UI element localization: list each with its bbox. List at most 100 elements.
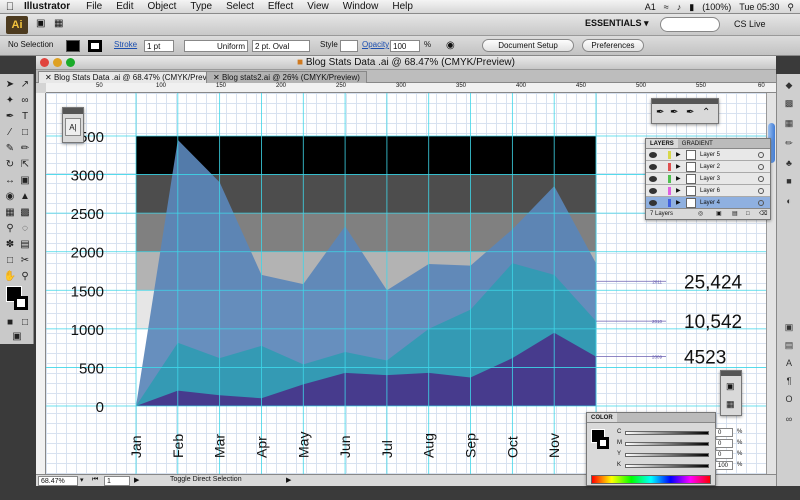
channel-slider[interactable] [625,464,709,468]
layer-row[interactable]: ▶ Layer 5 [646,149,770,161]
layer-name[interactable]: Layer 2 [700,161,720,173]
battery-status[interactable]: (100%) [702,2,731,12]
scale-tool-icon[interactable]: ⇱ [18,158,32,172]
pen-tool-icon[interactable]: ✒ [3,110,17,124]
workspace-switcher[interactable]: ESSENTIALS ▾ [585,18,649,29]
expand-triangle-icon[interactable]: ▶ [676,149,681,161]
opentype-panel-icon[interactable]: O [781,392,797,406]
bridge-icon[interactable]: ▣ [36,18,45,29]
layer-row[interactable]: ▶ Layer 3 [646,173,770,185]
pen-icon[interactable]: ✒ [656,107,664,118]
delete-layer-icon[interactable]: ⌫ [759,209,767,220]
spotlight-icon[interactable]: ⚲ [787,2,794,13]
rectangle-tool-icon[interactable]: □ [18,126,32,140]
stroke-color-box[interactable] [14,296,28,310]
mesh-tool-icon[interactable]: ▦ [3,206,17,220]
paintbrush-tool-icon[interactable]: ✎ [3,142,17,156]
tab-gradient[interactable]: GRADIENT [678,139,717,148]
horizontal-ruler[interactable]: 50 100 150 200 250 300 350 400 450 500 5… [46,83,776,93]
new-layer-icon[interactable]: □ [746,209,750,220]
tab-close-icon[interactable]: ✕ [45,73,54,82]
stroke-label[interactable]: Stroke [114,40,137,49]
arrange-documents-icon[interactable]: ▦ [54,18,63,29]
symbol-sprayer-tool-icon[interactable]: ✽ [3,238,17,252]
paragraph-panel-icon[interactable]: ¶ [781,374,797,388]
width-tool-icon[interactable]: ↔ [3,174,17,188]
transform-icon[interactable]: ▣ [726,381,735,392]
stroke-swatch[interactable] [88,40,102,52]
document-setup-button[interactable]: Document Setup [482,39,574,52]
artboard-number-field[interactable]: 1 [104,476,130,486]
fill-swatch[interactable] [66,40,80,52]
layer-name[interactable]: Layer 3 [700,173,720,185]
tab-close-icon[interactable]: ✕ [213,73,222,82]
recolor-artwork-icon[interactable]: ◉ [446,40,455,51]
menu-help[interactable]: Help [385,1,420,12]
variable-width-profile[interactable]: Uniform [184,40,248,52]
clock[interactable]: Tue 05:30 [739,2,779,12]
help-search-input[interactable] [660,17,720,32]
target-circle-icon[interactable] [758,176,764,182]
links-panel-icon[interactable]: ∞ [781,412,797,426]
character-icon[interactable]: A| [65,118,81,136]
channel-value-field[interactable]: 0 [715,439,733,448]
slice-tool-icon[interactable]: ✂ [18,254,32,268]
hand-tool-icon[interactable]: ✋ [3,270,17,284]
eyedropper-tool-icon[interactable]: ⚲ [3,222,17,236]
brush-definition[interactable]: 2 pt. Oval [252,40,310,52]
appearance-icon[interactable]: ◆ [781,78,797,92]
minimize-window-button[interactable] [53,58,62,67]
battery-icon[interactable]: ▮ [689,2,694,13]
status-tool-label[interactable]: Toggle Direct Selection [170,476,242,483]
apple-menu-icon[interactable]:  [0,1,20,13]
visibility-eye-icon[interactable] [649,188,657,194]
none-mode-icon[interactable]: □ [18,316,32,330]
close-window-button[interactable] [40,58,49,67]
expand-triangle-icon[interactable]: ▶ [676,173,681,185]
graphic-styles-icon[interactable]: ■ [781,174,797,188]
expand-triangle-icon[interactable]: ▶ [676,161,681,173]
align-icon[interactable]: ▦ [726,399,735,410]
convert-anchor-icon[interactable]: ⌃ [702,107,710,118]
visibility-eye-icon[interactable] [649,200,657,206]
rotate-tool-icon[interactable]: ↻ [3,158,17,172]
free-transform-tool-icon[interactable]: ▣ [18,174,32,188]
channel-value-field[interactable]: 0 [715,450,733,459]
visibility-eye-icon[interactable] [649,164,657,170]
gradient-tool-icon[interactable]: ▩ [18,206,32,220]
transform-panel-icon[interactable]: ▤ [781,338,797,352]
vertical-ruler[interactable] [36,93,46,474]
volume-icon[interactable]: ♪ [677,2,682,12]
stroke-weight-field[interactable]: 1 pt [144,40,174,52]
locate-object-icon[interactable]: ◎ [698,209,703,220]
layer-name[interactable]: Layer 6 [700,185,720,197]
channel-value-field[interactable]: 0 [715,428,733,437]
layer-name[interactable]: Layer 5 [700,149,720,161]
type-tool-icon[interactable]: T [18,110,32,124]
menu-object[interactable]: Object [140,1,183,12]
zoom-window-button[interactable] [66,58,75,67]
pencil-tool-icon[interactable]: ✏ [18,142,32,156]
shape-builder-tool-icon[interactable]: ◉ [3,190,17,204]
character-panel-icon[interactable]: A [781,356,797,370]
menu-select[interactable]: Select [219,1,261,12]
first-artboard-icon[interactable]: ⏮ [92,476,98,484]
next-artboard-icon[interactable]: ▶ [134,476,139,484]
menu-window[interactable]: Window [336,1,386,12]
status-menu-icon[interactable]: ▶ [286,476,291,484]
wifi-icon[interactable]: ≈ [664,2,669,12]
zoom-level-field[interactable]: 68.47% [38,476,78,486]
perspective-grid-tool-icon[interactable]: ▲ [18,190,32,204]
channel-slider[interactable] [625,431,709,435]
line-tool-icon[interactable]: ⁄ [3,126,17,140]
zoom-tool-icon[interactable]: ⚲ [18,270,32,284]
menu-type[interactable]: Type [183,1,219,12]
symbols-icon[interactable]: ♣ [781,156,797,170]
opacity-field[interactable]: 100 [390,40,420,52]
channel-slider[interactable] [625,453,709,457]
screen-mode-icon[interactable]: ▣ [10,330,24,344]
blend-tool-icon[interactable]: ◌ [18,222,32,236]
magic-wand-tool-icon[interactable]: ✦ [3,94,17,108]
brushes-icon[interactable]: ✏ [781,136,797,150]
transparency-icon[interactable]: ◐ [781,194,797,208]
